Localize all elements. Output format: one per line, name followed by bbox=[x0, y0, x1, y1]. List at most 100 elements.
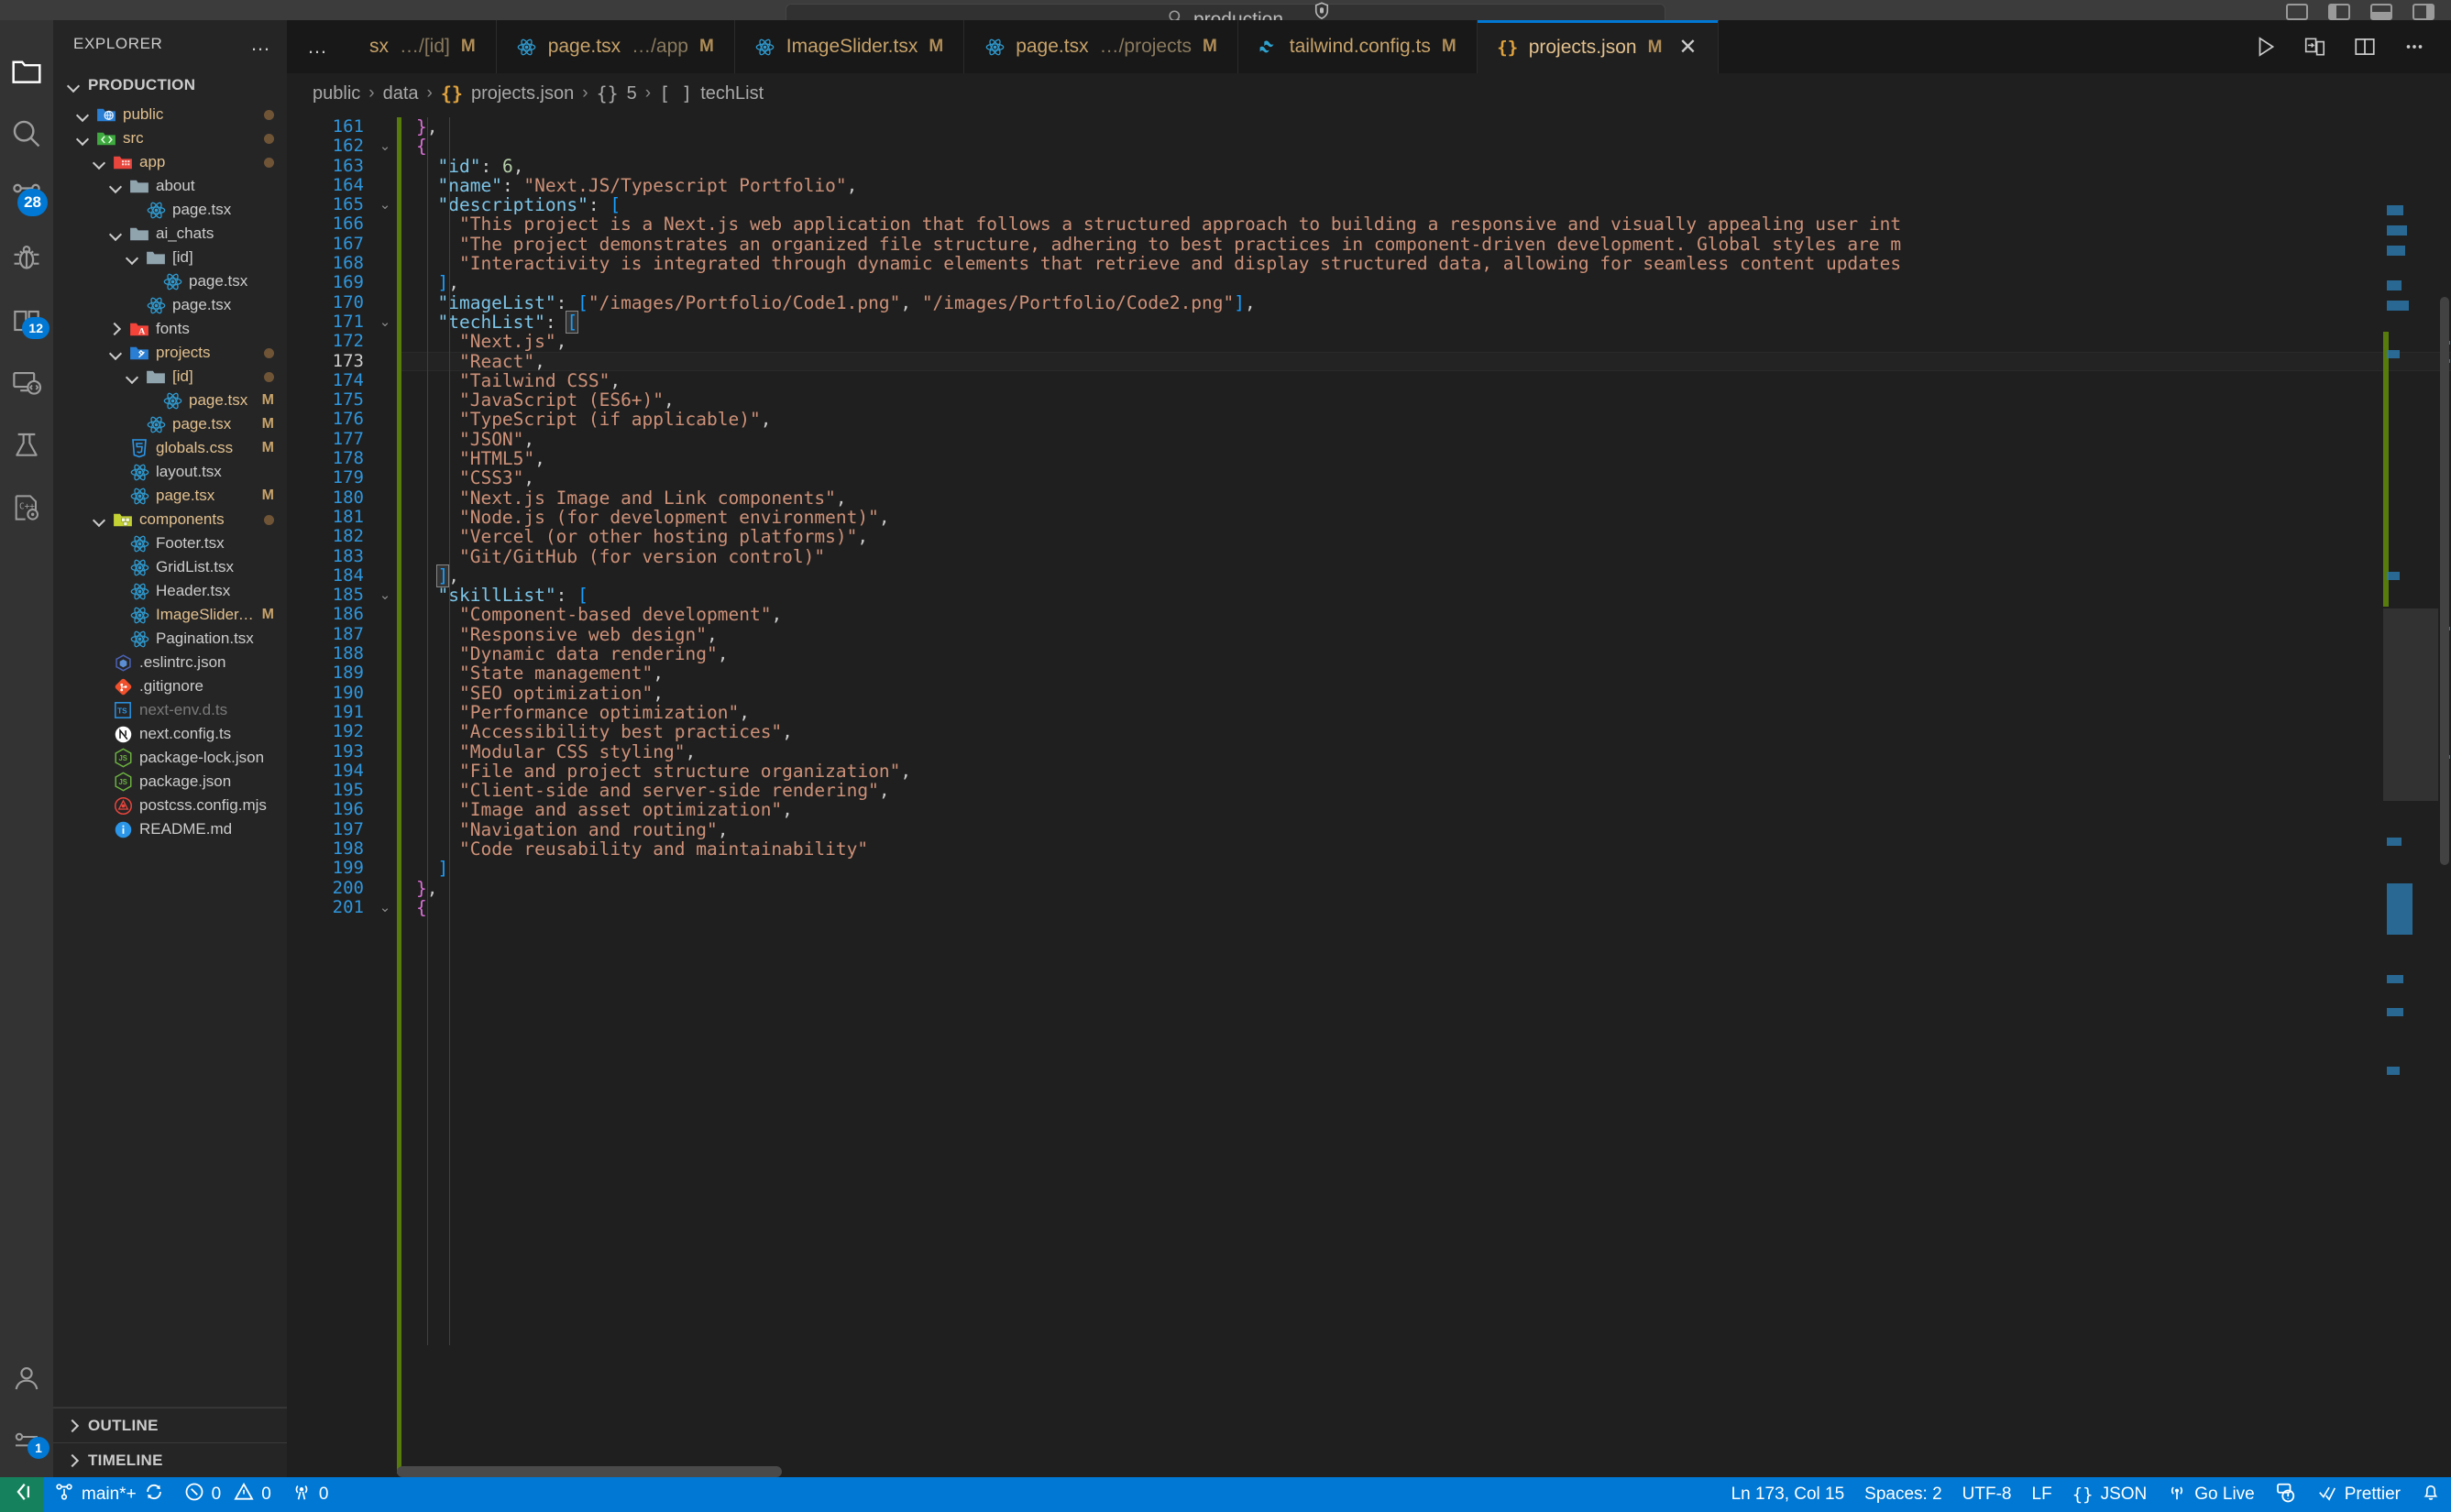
tree-file-gridlist-tsx[interactable]: GridList.tsx bbox=[53, 555, 287, 579]
tree-file-page-tsx[interactable]: page.tsx bbox=[53, 269, 287, 293]
code-line[interactable]: "id": 6, bbox=[401, 156, 2451, 176]
status-cursor-position[interactable]: Ln 173, Col 15 bbox=[1721, 1477, 1855, 1512]
code-line[interactable]: "Component-based development", bbox=[401, 605, 2451, 624]
tree-file-next-config-ts[interactable]: next.config.ts bbox=[53, 722, 287, 746]
code-line[interactable]: "Next.js Image and Link components", bbox=[401, 488, 2451, 508]
tree-file-layout-tsx[interactable]: layout.tsx bbox=[53, 460, 287, 484]
code-line[interactable]: "Navigation and routing", bbox=[401, 820, 2451, 839]
code-line[interactable]: ], bbox=[401, 564, 2451, 587]
code-line[interactable]: { bbox=[401, 137, 2451, 156]
fold-chevron-icon[interactable]: ⌄ bbox=[373, 898, 397, 917]
code-line[interactable]: "Code reusability and maintainability" bbox=[401, 839, 2451, 859]
code-line[interactable]: "techList": [ bbox=[401, 310, 2451, 334]
sidebar-section-outline[interactable]: OUTLINE bbox=[53, 1408, 287, 1442]
editor-tab-page-tsx[interactable]: page.tsx …/app M bbox=[496, 20, 735, 73]
panel-right-icon[interactable] bbox=[2413, 4, 2435, 20]
chevron-down-icon[interactable] bbox=[108, 226, 123, 241]
code-line[interactable]: "The project demonstrates an organized f… bbox=[401, 235, 2451, 254]
code-line[interactable]: "imageList": ["/images/Portfolio/Code1.p… bbox=[401, 293, 2451, 312]
tree-file-page-tsx[interactable]: page.tsx bbox=[53, 293, 287, 317]
code-line[interactable]: { bbox=[401, 898, 2451, 917]
code-line[interactable]: "Image and asset optimization", bbox=[401, 800, 2451, 819]
tree-file-footer-tsx[interactable]: Footer.tsx bbox=[53, 531, 287, 555]
activity-item-extensions[interactable]: 12 bbox=[0, 290, 53, 352]
editor-tab-projects-json[interactable]: {} projects.json M ✕ bbox=[1477, 20, 1719, 73]
tree-file-page-tsx[interactable]: page.tsx M bbox=[53, 484, 287, 508]
chevron-down-icon[interactable] bbox=[125, 369, 139, 384]
activity-item-manage[interactable]: 1 bbox=[0, 1409, 53, 1472]
breadcrumb-item[interactable]: 5 bbox=[627, 83, 637, 104]
code-line[interactable]: "skillList": [ bbox=[401, 586, 2451, 605]
chevron-down-icon[interactable] bbox=[75, 131, 90, 146]
tree-file-imageslider-tsx[interactable]: ImageSlider.tsx M bbox=[53, 603, 287, 627]
shield-icon[interactable] bbox=[1311, 2, 1333, 20]
tree-file-pagination-tsx[interactable]: Pagination.tsx bbox=[53, 627, 287, 651]
tree-file-package-json[interactable]: JS package.json bbox=[53, 770, 287, 794]
tree-folder-projects[interactable]: projects bbox=[53, 341, 287, 365]
fold-gutter[interactable]: ⌄ ⌄ ⌄ ⌄ ⌄ bbox=[373, 114, 397, 1477]
code-line[interactable]: "Dynamic data rendering", bbox=[401, 644, 2451, 663]
tree-file--eslintrc-json[interactable]: .eslintrc.json bbox=[53, 651, 287, 674]
run-play-icon[interactable] bbox=[2253, 34, 2279, 60]
tree-file-page-tsx[interactable]: page.tsx bbox=[53, 198, 287, 222]
sidebar-section-timeline[interactable]: TIMELINE bbox=[53, 1442, 287, 1477]
activity-item-source-control[interactable]: 28 bbox=[0, 165, 53, 227]
chevron-down-icon[interactable] bbox=[108, 179, 123, 193]
code-line[interactable]: "Tailwind CSS", bbox=[401, 371, 2451, 390]
tree-folder--id-[interactable]: [id] bbox=[53, 246, 287, 269]
chevron-down-icon[interactable] bbox=[125, 250, 139, 265]
tree-file-globals-css[interactable]: globals.css M bbox=[53, 436, 287, 460]
code-line[interactable]: "Next.js", bbox=[401, 332, 2451, 351]
editor-tab-imageslider-tsx[interactable]: ImageSlider.tsx M bbox=[734, 20, 965, 73]
code-line[interactable]: ] bbox=[401, 859, 2451, 878]
code-line[interactable]: "Interactivity is integrated through dyn… bbox=[401, 254, 2451, 273]
tab-overflow-indicator[interactable]: … bbox=[287, 20, 349, 73]
tree-folder-ai-chats[interactable]: ai_chats bbox=[53, 222, 287, 246]
activity-item-run-and-debug[interactable] bbox=[0, 227, 53, 290]
tree-file-next-env-d-ts[interactable]: TS next-env.d.ts bbox=[53, 698, 287, 722]
activity-item-testing[interactable] bbox=[0, 414, 53, 477]
code-line[interactable]: "TypeScript (if applicable)", bbox=[401, 410, 2451, 429]
code-line[interactable]: "JavaScript (ES6+)", bbox=[401, 390, 2451, 410]
status-notifications[interactable] bbox=[2411, 1477, 2451, 1512]
fold-chevron-icon[interactable]: ⌄ bbox=[373, 195, 397, 214]
code-lines[interactable]: },{ "id": 6, "name": "Next.JS/Typescript… bbox=[401, 114, 2451, 1477]
tree-folder-src[interactable]: src bbox=[53, 126, 287, 150]
horizontal-scrollbar[interactable] bbox=[397, 1466, 782, 1477]
split-editor-icon[interactable] bbox=[2352, 34, 2378, 60]
close-icon[interactable]: ✕ bbox=[1678, 34, 1697, 60]
activity-item-explorer[interactable] bbox=[0, 40, 53, 103]
tree-folder--id-[interactable]: [id] bbox=[53, 365, 287, 389]
code-line[interactable]: "Vercel (or other hosting platforms)", bbox=[401, 527, 2451, 546]
breadcrumb-item[interactable]: projects.json bbox=[471, 83, 574, 104]
tree-folder-app[interactable]: app bbox=[53, 150, 287, 174]
tree-file-readme-md[interactable]: README.md bbox=[53, 817, 287, 841]
status-go-live[interactable]: Go Live bbox=[2157, 1477, 2264, 1512]
code-line[interactable]: "Node.js (for development environment)", bbox=[401, 508, 2451, 527]
chevron-down-icon[interactable] bbox=[75, 107, 90, 122]
code-line[interactable]: "File and project structure organization… bbox=[401, 761, 2451, 781]
split-run-icon[interactable] bbox=[2303, 34, 2328, 60]
fold-chevron-icon[interactable]: ⌄ bbox=[373, 586, 397, 605]
more-actions-icon[interactable] bbox=[2402, 34, 2427, 60]
fold-chevron-icon[interactable]: ⌄ bbox=[373, 137, 397, 156]
code-line[interactable]: "Git/GitHub (for version control)" bbox=[401, 546, 2451, 566]
command-center-search[interactable]: production bbox=[786, 4, 1665, 20]
tree-folder-public[interactable]: public bbox=[53, 103, 287, 126]
breadcrumb-item[interactable]: techList bbox=[700, 83, 764, 104]
breadcrumb-item[interactable]: data bbox=[383, 83, 419, 104]
code-line[interactable]: "Accessibility best practices", bbox=[401, 722, 2451, 741]
code-line[interactable]: "HTML5", bbox=[401, 449, 2451, 468]
sidebar-more-actions-icon[interactable]: … bbox=[250, 34, 272, 54]
tree-file--gitignore[interactable]: .gitignore bbox=[53, 674, 287, 698]
status-problems[interactable]: 0 0 bbox=[174, 1477, 281, 1512]
status-remote-button[interactable] bbox=[0, 1477, 44, 1512]
activity-item-cpp-config[interactable]: C++ bbox=[0, 477, 53, 539]
tree-folder-fonts[interactable]: Afonts bbox=[53, 317, 287, 341]
tree-file-page-tsx[interactable]: page.tsx M bbox=[53, 389, 287, 412]
code-line[interactable]: "Performance optimization", bbox=[401, 703, 2451, 722]
code-line[interactable]: "CSS3", bbox=[401, 468, 2451, 488]
editor-tab-tailwind-config-ts[interactable]: tailwind.config.ts M bbox=[1237, 20, 1478, 73]
editor-tab-page-tsx[interactable]: page.tsx …/projects M bbox=[964, 20, 1238, 73]
code-line[interactable]: }, bbox=[401, 117, 2451, 137]
